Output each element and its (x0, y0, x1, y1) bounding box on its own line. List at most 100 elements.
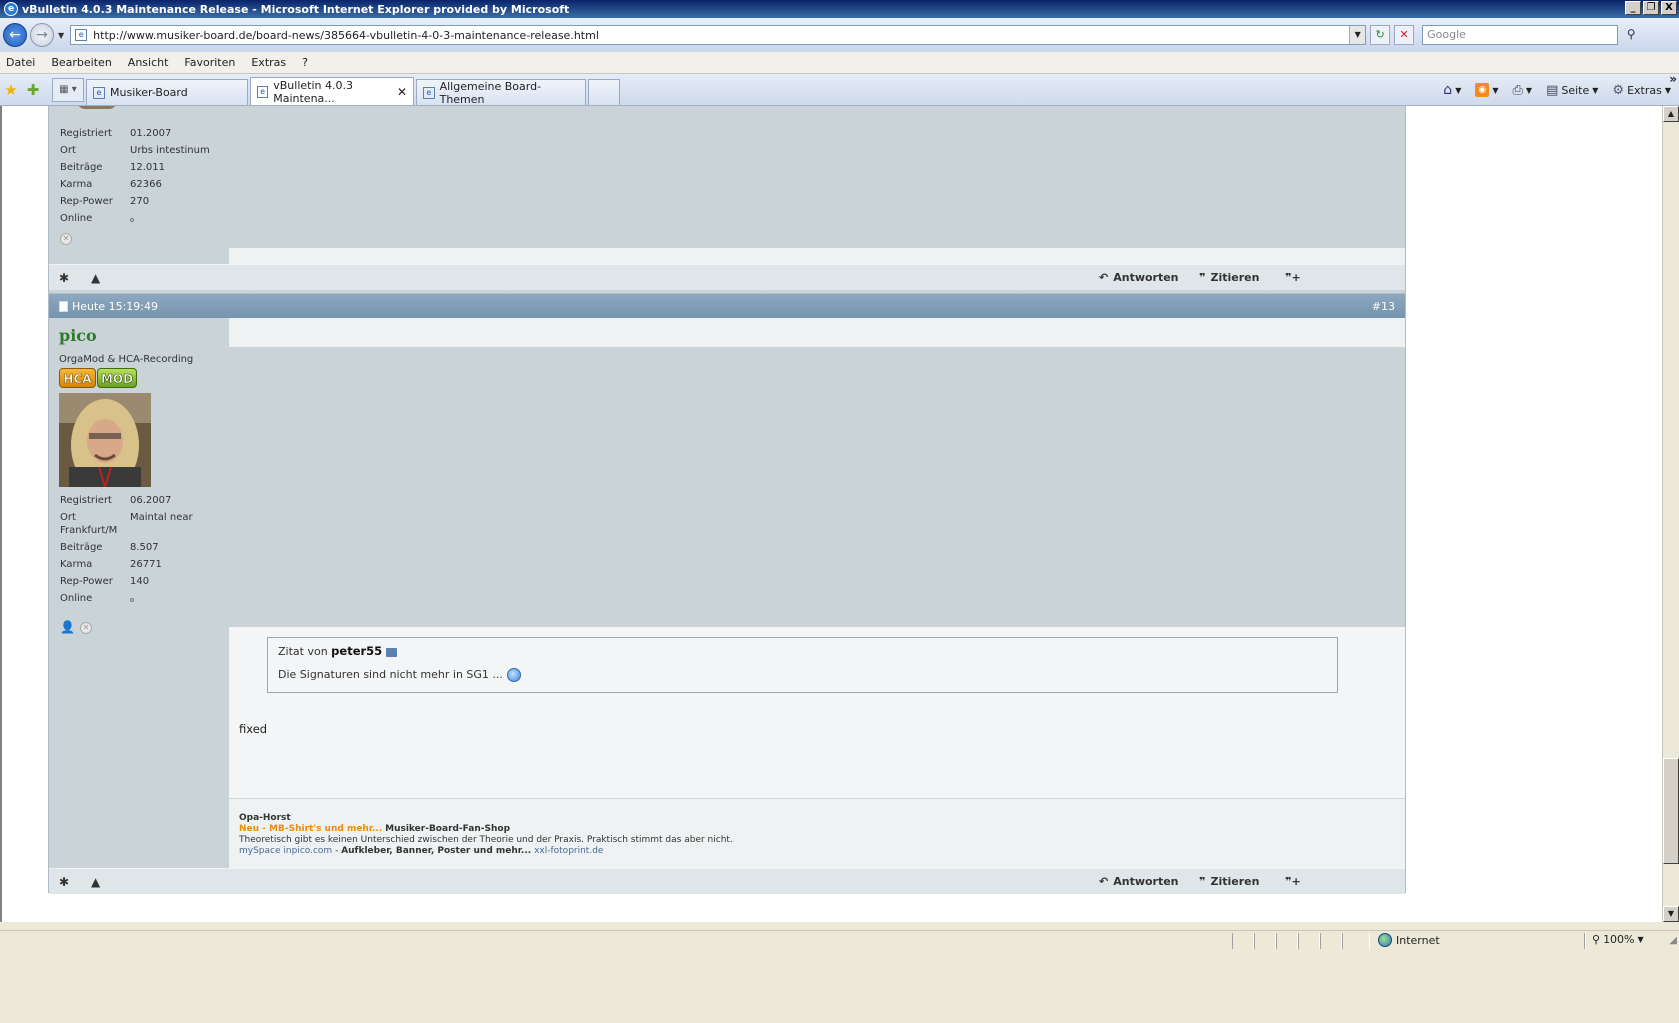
menu-ansicht[interactable]: Ansicht (128, 56, 169, 69)
offline-status-icon (130, 598, 134, 602)
stat-row: Beiträge 12.011 (60, 162, 165, 173)
scroll-up-icon[interactable]: ▲ (1663, 106, 1679, 122)
post-userinfo: Registriert 01.2007 Ort Urbs intestinum Be… (49, 106, 229, 263)
social-network-icon[interactable]: ✕ (60, 233, 72, 245)
stat-row: Rep-Power 140 (60, 576, 150, 587)
report-warning-icon[interactable]: ▲ (91, 271, 100, 285)
printer-icon: ⎙ (1512, 82, 1523, 98)
multi-quote-icon: ❞+ (1285, 875, 1301, 888)
stat-row: Rep-Power 270 (60, 196, 150, 207)
history-dropdown-icon[interactable]: ▼ (58, 31, 64, 40)
myspace-link[interactable]: mySpace (239, 846, 281, 856)
print-button[interactable]: ⎙ ▼ (1513, 83, 1533, 98)
resize-grip-icon[interactable]: ◢ (1669, 935, 1677, 946)
menu-bearbeiten[interactable]: Bearbeiten (51, 56, 111, 69)
scroll-down-icon[interactable]: ▼ (1663, 906, 1679, 922)
stat-row: Karma 26771 (60, 559, 162, 570)
page-menu-icon: ▤ (1546, 82, 1559, 98)
feeds-button[interactable]: ◉ ▼ (1475, 83, 1499, 97)
tab-label: Musiker-Board (110, 86, 188, 99)
menu-extras[interactable]: Extras (251, 56, 286, 69)
tab-musiker-board[interactable]: e Musiker-Board (86, 79, 248, 105)
menu-favoriten[interactable]: Favoriten (184, 56, 235, 69)
forward-button[interactable]: → (30, 23, 54, 47)
close-window-button[interactable]: X (1661, 1, 1677, 15)
tools-menu-button[interactable]: ⚙ Extras ▼ (1612, 83, 1671, 98)
mod-rank-badge: MOD (97, 368, 137, 388)
stat-row: Registriert 06.2007 (60, 495, 172, 506)
page-icon: e (75, 29, 88, 41)
post-number-link[interactable]: #13 (1372, 300, 1395, 313)
shirt-shop-link[interactable]: Neu - MB-Shirt's und mehr... (239, 824, 382, 834)
tab-allgemeine-board-themen[interactable]: e Allgemeine Board-Themen (416, 79, 586, 106)
quote-button[interactable]: ❞ Zitieren (1199, 875, 1259, 888)
reply-arrow-icon: ↶ (1099, 271, 1109, 284)
restore-button[interactable]: ❐ (1643, 1, 1659, 15)
reputation-star-icon[interactable]: ✱ (59, 271, 69, 285)
stat-row: Registriert 01.2007 (60, 128, 172, 139)
zoom-level-button[interactable]: ⚲ 100% ▼ (1592, 933, 1644, 946)
scrollbar-thumb[interactable] (1663, 758, 1679, 864)
search-input[interactable]: Google (1422, 25, 1619, 45)
command-bar: ⌂ ▼ ◉ ▼ ⎙ ▼ ▤ Seite ▼ ⚙ Extras ▼ (1443, 74, 1671, 106)
address-toolbar: ← → ▼ e http://www.musiker-board.de/boar… (0, 18, 1679, 52)
quote-author: peter55 (331, 644, 383, 658)
view-post-icon[interactable] (386, 647, 398, 657)
rss-icon: ◉ (1475, 83, 1490, 97)
menu-help[interactable]: ? (302, 56, 308, 69)
social-network-icon[interactable]: ✕ (80, 622, 92, 634)
username-link[interactable]: pico (59, 326, 97, 345)
report-warning-icon[interactable]: ▲ (91, 875, 100, 889)
address-input[interactable]: e http://www.musiker-board.de/board-news… (70, 25, 1367, 45)
post-document-icon (59, 300, 68, 312)
window-title: vBulletin 4.0.3 Maintenance Release - Mi… (22, 2, 570, 16)
security-zone[interactable]: Internet (1378, 933, 1440, 947)
smiley-icon (506, 668, 521, 682)
fotoprint-link[interactable]: xxl-fotoprint.de (534, 846, 603, 856)
new-tab-button[interactable] (588, 79, 620, 105)
multi-quote-button[interactable]: ❞+ (1285, 271, 1301, 284)
avatar-image (59, 393, 151, 487)
address-dropdown-icon[interactable]: ▼ (1349, 26, 1366, 44)
vertical-scrollbar[interactable]: ▲ ▼ (1662, 106, 1679, 922)
post-message-area: Zitat von peter55 Die Signaturen sind ni… (229, 627, 1405, 798)
stop-button[interactable]: ✕ (1394, 25, 1415, 45)
quote-button[interactable]: ❞ Zitieren (1199, 271, 1259, 284)
inpico-link[interactable]: inpico.com (283, 846, 332, 856)
tab-label: Allgemeine Board-Themen (439, 79, 542, 106)
quick-tabs-button[interactable]: ▦ ▾ (52, 78, 84, 102)
user-title: OrgaMod & HCA-Recording (59, 354, 194, 365)
post-signature-area: Opa-Horst Neu - MB-Shirt's und mehr... M… (229, 798, 1405, 868)
reply-button[interactable]: ↶ Antworten (1099, 875, 1179, 888)
page-icon: e (423, 86, 435, 99)
globe-icon (1378, 933, 1392, 947)
back-button[interactable]: ← (3, 23, 27, 47)
add-favorite-icon[interactable]: ✚ (22, 77, 44, 105)
hca-rank-badge: HCA (59, 368, 96, 388)
tab-vbulletin[interactable]: e vBulletin 4.0.3 Maintena... ✕ (250, 77, 414, 105)
user-profile-icon[interactable]: 👤 (60, 620, 75, 636)
home-button[interactable]: ⌂ ▼ (1443, 82, 1461, 98)
page-menu-button[interactable]: ▤ Seite ▼ (1546, 83, 1598, 98)
refresh-button[interactable]: ↻ (1370, 25, 1391, 45)
reputation-star-icon[interactable]: ✱ (59, 875, 69, 889)
quote-bubble-icon: ❞ (1199, 271, 1206, 284)
tab-label: vBulletin 4.0.3 Maintena... (273, 78, 353, 105)
post-title-area (229, 318, 1405, 347)
stickers-link[interactable]: Aufkleber, Banner, Poster und mehr... (341, 846, 531, 856)
post-13: Heute 15:19:49 #13 pico OrgaMod & HCA-Re… (48, 293, 1406, 894)
minimize-button[interactable]: _ (1625, 1, 1641, 15)
toolbar-overflow-icon[interactable]: » (1669, 72, 1677, 86)
fan-shop-link[interactable]: Musiker-Board-Fan-Shop (385, 824, 510, 834)
menu-datei[interactable]: Datei (6, 56, 35, 69)
close-tab-icon[interactable]: ✕ (397, 85, 407, 99)
favorites-star-icon[interactable]: ★ (0, 77, 22, 105)
stat-row: Online (60, 210, 229, 227)
multi-quote-button[interactable]: ❞+ (1285, 875, 1301, 888)
avatar[interactable] (59, 393, 151, 487)
quote-block: Zitat von peter55 Die Signaturen sind ni… (267, 637, 1338, 693)
reply-button[interactable]: ↶ Antworten (1099, 271, 1179, 284)
stat-row: Beiträge 8.507 (60, 542, 159, 553)
post-footer: ✱ ▲ ↶ Antworten ❞ Zitieren ❞+ (49, 264, 1405, 290)
search-icon[interactable]: ⚲ (1622, 25, 1640, 45)
